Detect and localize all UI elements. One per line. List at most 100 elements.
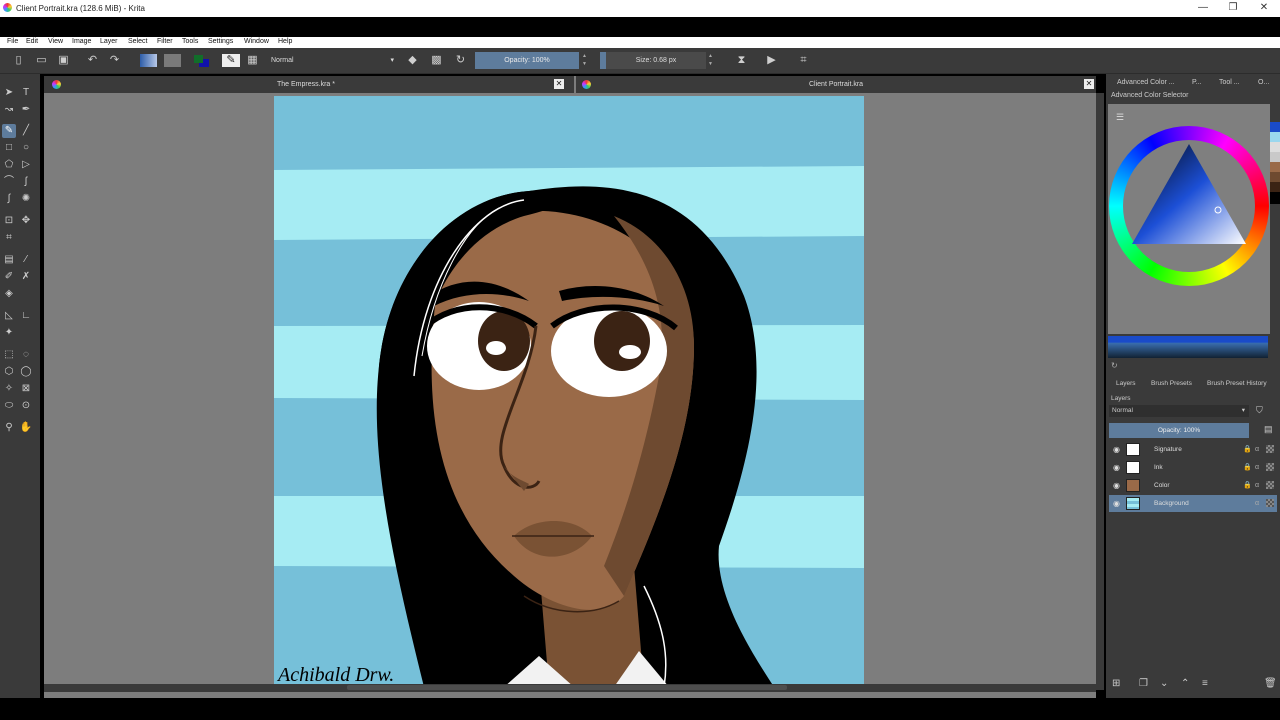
pan-tool-icon[interactable]: ✋ — [19, 421, 33, 435]
horizontal-scrollbar[interactable] — [44, 684, 1096, 692]
polygon-tool-icon[interactable]: ⬠ — [2, 158, 16, 172]
crop-tool-icon[interactable]: ⌗ — [2, 231, 16, 245]
bezier-tool-icon[interactable]: ⌒ — [2, 175, 16, 189]
alpha-lock-icon[interactable]: α — [1255, 459, 1259, 476]
layer-properties-icon[interactable]: ▤ — [1264, 424, 1273, 435]
move-layer-down-icon[interactable]: ⌄ — [1160, 678, 1168, 689]
select-shapes-tool-icon[interactable]: ➤ — [2, 86, 16, 100]
lock-icon[interactable]: 🔒 — [1243, 441, 1252, 458]
size-spinner[interactable]: ▲ ▼ — [707, 52, 714, 69]
delete-layer-icon[interactable]: 🗑 — [1264, 678, 1277, 689]
edit-shapes-tool-icon[interactable]: ↝ — [2, 103, 16, 117]
close-tab-icon[interactable]: ✕ — [554, 79, 564, 89]
preserve-alpha-icon[interactable]: ▩ — [430, 54, 443, 67]
layer-row-background[interactable]: ◉ Background α — [1109, 495, 1277, 512]
mirror-horizontal-icon[interactable]: ⧗ — [735, 54, 748, 67]
pattern-swatch[interactable] — [164, 54, 181, 67]
blend-mode-select[interactable]: Normal ▾ — [268, 53, 398, 68]
menu-filter[interactable]: Filter — [157, 38, 173, 45]
tab-brush-preset-history[interactable]: Brush Preset History — [1207, 380, 1267, 387]
text-tool-icon[interactable]: T — [19, 86, 33, 100]
hue-ring[interactable] — [1109, 126, 1269, 286]
menu-window[interactable]: Window — [244, 38, 269, 45]
crop-icon[interactable]: ⌗ — [797, 54, 810, 67]
workspace-icon[interactable]: ▦ — [246, 54, 259, 67]
minimize-button[interactable]: — — [1194, 2, 1212, 14]
polygonal-selection-tool-icon[interactable]: ⬡ — [2, 365, 16, 379]
recent-colors-column[interactable] — [1270, 122, 1280, 204]
alpha-lock-icon[interactable]: α — [1255, 495, 1259, 512]
fg-bg-color-icon[interactable] — [193, 54, 210, 67]
lock-icon[interactable]: 🔒 — [1243, 477, 1252, 494]
calligraphy-tool-icon[interactable]: ✒ — [19, 103, 33, 117]
bezier-selection-tool-icon[interactable]: ⬭ — [2, 399, 16, 413]
new-document-icon[interactable]: ▯ — [12, 54, 25, 67]
duplicate-layer-icon[interactable]: ❐ — [1139, 678, 1148, 689]
inherit-alpha-icon[interactable] — [1266, 499, 1274, 507]
opacity-slider[interactable]: Opacity: 100% — [475, 52, 579, 69]
tab-layers[interactable]: Layers — [1116, 380, 1136, 387]
ellipse-tool-icon[interactable]: ○ — [19, 141, 33, 155]
colorize-mask-tool-icon[interactable]: ✐ — [2, 270, 16, 284]
inherit-alpha-icon[interactable] — [1266, 481, 1274, 489]
open-document-icon[interactable]: ▭ — [35, 54, 48, 67]
elliptical-selection-tool-icon[interactable]: ◌ — [19, 348, 33, 362]
fill-tool-icon[interactable]: ◈ — [2, 287, 16, 301]
move-layer-up-icon[interactable]: ⌃ — [1181, 678, 1189, 689]
mirror-vertical-icon[interactable]: ▶ — [765, 54, 778, 67]
save-icon[interactable]: ▣ — [57, 54, 70, 67]
artwork-canvas[interactable]: Achibald Drw. — [274, 96, 864, 687]
tab-advanced-color[interactable]: Advanced Color ... — [1117, 76, 1175, 90]
visibility-icon[interactable]: ◉ — [1113, 495, 1120, 512]
tab-tool-options[interactable]: Tool ... — [1219, 76, 1240, 90]
color-picker-tool-icon[interactable]: ⁄ — [19, 253, 33, 267]
polyline-tool-icon[interactable]: ▷ — [19, 158, 33, 172]
menu-select[interactable]: Select — [128, 38, 147, 45]
alpha-lock-icon[interactable]: α — [1255, 441, 1259, 458]
tab-palette[interactable]: P... — [1192, 76, 1202, 90]
menu-image[interactable]: Image — [72, 38, 91, 45]
add-layer-icon[interactable]: ⊞ — [1112, 678, 1120, 689]
rectangular-selection-tool-icon[interactable]: ⬚ — [2, 348, 16, 362]
freehand-selection-tool-icon[interactable]: ◯ — [19, 365, 33, 379]
color-history-strip[interactable] — [1108, 336, 1268, 358]
refresh-icon[interactable]: ↻ — [1111, 361, 1118, 370]
line-tool-icon[interactable]: ╱ — [19, 124, 33, 138]
layer-row-color[interactable]: ◉ Color 🔒 α — [1109, 477, 1277, 494]
restore-button[interactable]: ❐ — [1224, 2, 1242, 14]
rectangle-tool-icon[interactable]: □ — [2, 141, 16, 155]
zoom-tool-icon[interactable]: ⚲ — [2, 421, 16, 435]
scrollbar-thumb[interactable] — [347, 685, 787, 690]
visibility-icon[interactable]: ◉ — [1113, 477, 1120, 494]
tab-brush-presets[interactable]: Brush Presets — [1151, 380, 1192, 387]
redo-icon[interactable]: ↷ — [108, 54, 121, 67]
measure-tool-icon[interactable]: ∟ — [19, 309, 33, 323]
menu-file[interactable]: File — [7, 38, 18, 45]
layer-row-ink[interactable]: ◉ Ink 🔒 α — [1109, 459, 1277, 476]
visibility-icon[interactable]: ◉ — [1113, 459, 1120, 476]
gradient-tool-icon[interactable]: ▤ — [2, 253, 16, 267]
opacity-spinner[interactable]: ▲ ▼ — [581, 52, 588, 69]
alpha-lock-icon[interactable]: α — [1255, 477, 1259, 494]
lock-icon[interactable]: 🔒 — [1243, 459, 1252, 476]
brush-preset-icon[interactable]: ✎ — [222, 54, 240, 67]
vertical-scrollbar[interactable] — [1096, 93, 1104, 690]
inherit-alpha-icon[interactable] — [1266, 445, 1274, 453]
close-tab-icon[interactable]: ✕ — [1084, 79, 1094, 89]
layer-row-signature[interactable]: ◉ Signature 🔒 α — [1109, 441, 1277, 458]
eraser-mode-icon[interactable]: ◆ — [406, 54, 419, 67]
tab-client-portrait[interactable]: Client Portrait.kra ✕ — [576, 76, 1096, 93]
brush-size-slider[interactable]: Size: 0.68 px — [600, 52, 706, 69]
contiguous-selection-tool-icon[interactable]: ✧ — [2, 382, 16, 396]
freehand-path-tool-icon[interactable]: ʃ — [19, 175, 33, 189]
visibility-icon[interactable]: ◉ — [1113, 441, 1120, 458]
multibrush-tool-icon[interactable]: ✺ — [19, 192, 33, 206]
inherit-alpha-icon[interactable] — [1266, 463, 1274, 471]
filter-icon[interactable]: ⛉ — [1256, 405, 1263, 416]
menu-settings[interactable]: Settings — [208, 38, 233, 45]
menu-help[interactable]: Help — [278, 38, 292, 45]
reference-images-tool-icon[interactable]: ✦ — [2, 326, 16, 340]
layer-blend-select[interactable]: Normal ▾ — [1109, 405, 1249, 417]
move-tool-icon[interactable]: ✥ — [19, 214, 33, 228]
reload-preset-icon[interactable]: ↻ — [454, 54, 467, 67]
